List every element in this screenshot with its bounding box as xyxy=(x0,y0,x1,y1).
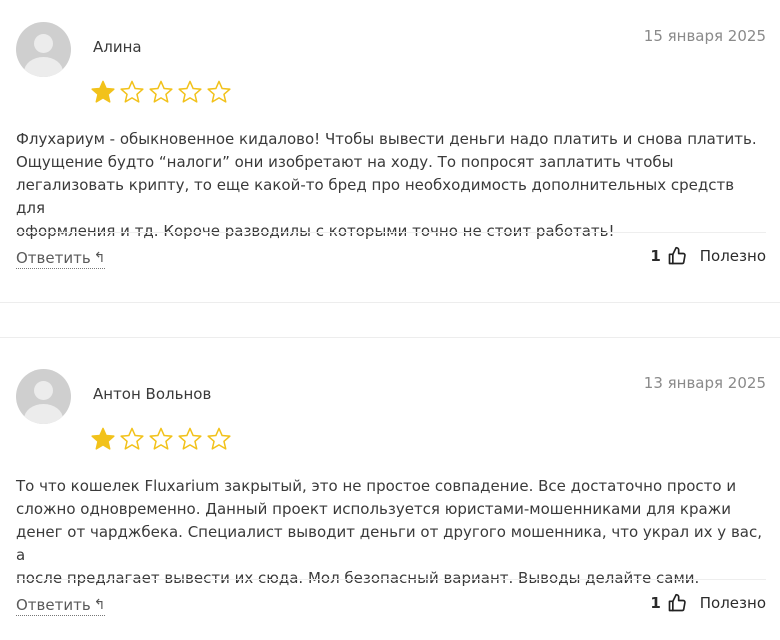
reply-arrow-icon: ↰ xyxy=(93,250,106,266)
avatar xyxy=(16,22,71,77)
star-empty-icon xyxy=(177,79,203,105)
avatar-head xyxy=(34,34,53,53)
star-empty-icon xyxy=(177,426,203,452)
star-empty-icon xyxy=(206,426,232,452)
helpful-count: 1 xyxy=(650,594,661,612)
review-text-line: Флухариум - обыкновенное кидалово! Чтобы… xyxy=(16,130,757,148)
helpful-control: 1 Полезно xyxy=(650,246,766,266)
helpful-count: 1 xyxy=(650,247,661,265)
review-text: То что кошелек Fluxarium закрытый, это н… xyxy=(16,475,766,590)
review-date: 15 января 2025 xyxy=(643,27,766,45)
star-filled-icon xyxy=(90,79,116,105)
reply-button[interactable]: Ответить ↰ xyxy=(16,596,106,616)
review-text-line: легализовать крипту, то еще какой-то бре… xyxy=(16,176,735,217)
helpful-button[interactable]: Полезно xyxy=(700,594,766,612)
review-text: Флухариум - обыкновенное кидалово! Чтобы… xyxy=(16,128,766,243)
reply-button[interactable]: Ответить ↰ xyxy=(16,249,106,269)
star-empty-icon xyxy=(148,426,174,452)
thumbs-up-icon[interactable] xyxy=(667,593,687,613)
star-empty-icon xyxy=(119,79,145,105)
reply-arrow-icon: ↰ xyxy=(93,597,106,613)
helpful-control: 1 Полезно xyxy=(650,593,766,613)
star-empty-icon xyxy=(148,79,174,105)
reply-label: Ответить xyxy=(16,249,91,267)
section-separator xyxy=(0,337,780,338)
review-author: Антон Вольнов xyxy=(93,385,212,403)
review-text-line: сложно одновременно. Данный проект испол… xyxy=(16,500,731,518)
review-text-line: Ощущение будто “налоги” они изобретают н… xyxy=(16,153,674,171)
review-author: Алина xyxy=(93,38,142,56)
star-rating xyxy=(90,426,232,452)
section-separator xyxy=(0,302,780,303)
avatar-body xyxy=(24,57,63,77)
thumbs-up-icon[interactable] xyxy=(667,246,687,266)
avatar-head xyxy=(34,381,53,400)
avatar xyxy=(16,369,71,424)
helpful-button[interactable]: Полезно xyxy=(700,247,766,265)
review-text-line: То что кошелек Fluxarium закрытый, это н… xyxy=(16,477,737,495)
star-rating xyxy=(90,79,232,105)
reply-label: Ответить xyxy=(16,596,91,614)
star-filled-icon xyxy=(90,426,116,452)
star-empty-icon xyxy=(119,426,145,452)
review-text-line: денег от чарджбека. Специалист выводит д… xyxy=(16,523,762,564)
star-empty-icon xyxy=(206,79,232,105)
review-divider xyxy=(16,232,766,233)
avatar-body xyxy=(24,404,63,424)
review-divider xyxy=(16,579,766,580)
review-date: 13 января 2025 xyxy=(643,374,766,392)
